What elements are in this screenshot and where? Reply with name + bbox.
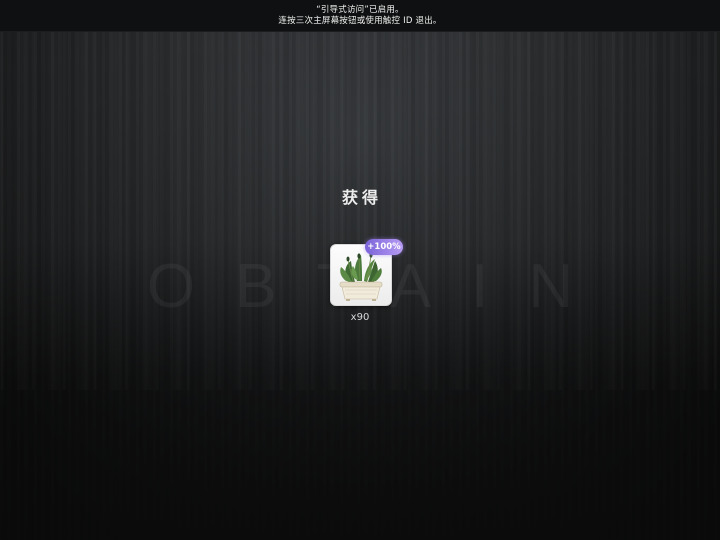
reward-item-count: x90 [350, 312, 370, 323]
reward-title: 获得 [341, 188, 382, 207]
reward-screen[interactable]: “引导式访问”已启用。 连按三次主屏幕按钮或使用触控 ID 退出。 OBTAIN… [0, 0, 720, 540]
guided-access-exit-hint: 连按三次主屏幕按钮或使用触控 ID 退出。 [278, 15, 442, 26]
guided-access-status: “引导式访问”已启用。 [316, 4, 404, 15]
bonus-badge: +100% [365, 239, 403, 255]
rain-texture-overlay [0, 30, 720, 390]
guided-access-banner: “引导式访问”已启用。 连按三次主屏幕按钮或使用触控 ID 退出。 [0, 0, 720, 32]
